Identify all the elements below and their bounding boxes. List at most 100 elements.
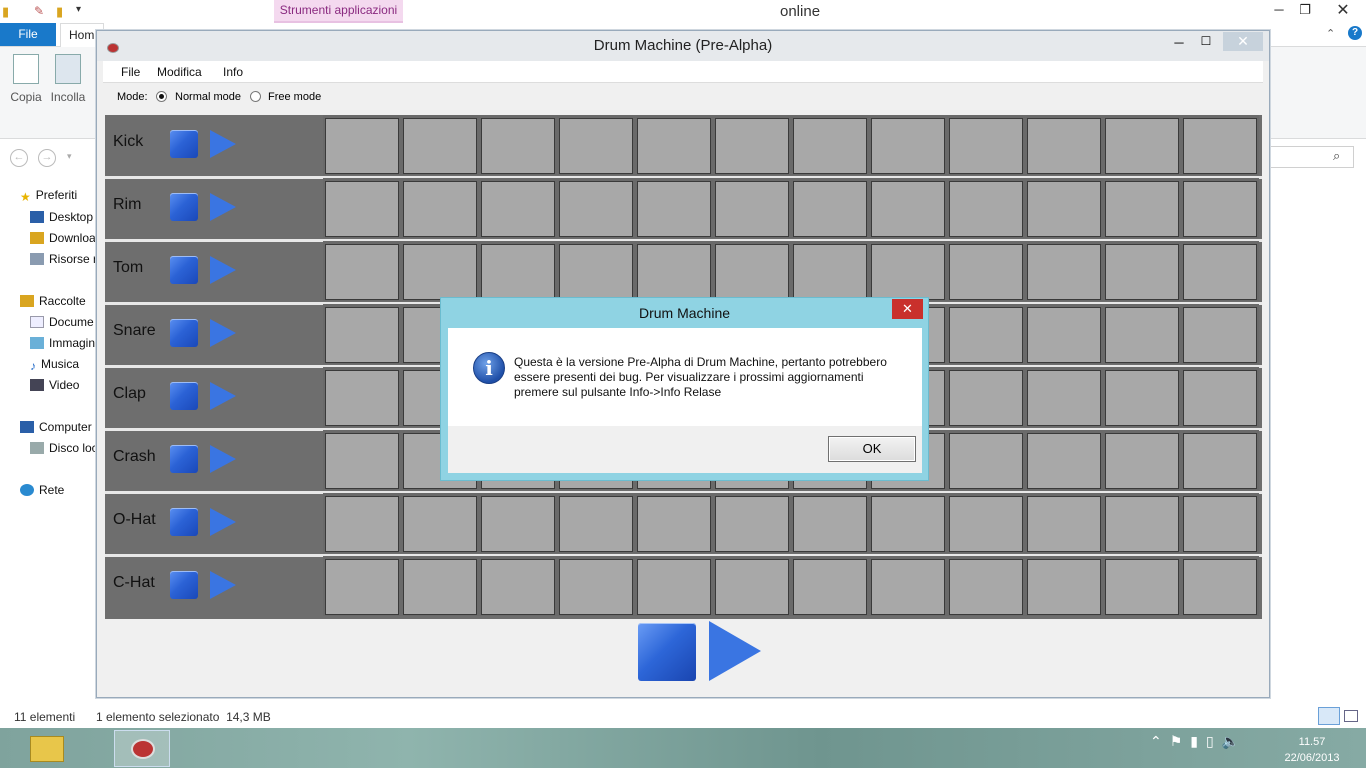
step-cell[interactable]: [325, 433, 399, 489]
step-cell[interactable]: [325, 370, 399, 426]
instrument-stop-button[interactable]: [170, 193, 198, 221]
step-cell[interactable]: [325, 496, 399, 552]
search-input[interactable]: [1268, 146, 1354, 168]
back-icon[interactable]: ←: [10, 149, 28, 167]
step-cell[interactable]: [403, 559, 477, 615]
step-cell[interactable]: [325, 244, 399, 300]
step-cell[interactable]: [1027, 307, 1101, 363]
forward-icon[interactable]: →: [38, 149, 56, 167]
step-cell[interactable]: [1183, 559, 1257, 615]
paste-button[interactable]: Incolla: [48, 54, 88, 104]
instrument-stop-button[interactable]: [170, 130, 198, 158]
step-cell[interactable]: [715, 559, 789, 615]
step-cell[interactable]: [1027, 244, 1101, 300]
step-cell[interactable]: [637, 181, 711, 237]
step-cell[interactable]: [1105, 244, 1179, 300]
instrument-play-button[interactable]: [210, 508, 236, 536]
step-cell[interactable]: [481, 244, 555, 300]
search-icon[interactable]: ⌕: [1333, 148, 1340, 164]
nav-item-desktop[interactable]: Desktop: [30, 210, 93, 224]
instrument-play-button[interactable]: [210, 382, 236, 410]
step-cell[interactable]: [949, 433, 1023, 489]
step-cell[interactable]: [793, 496, 867, 552]
step-cell[interactable]: [559, 559, 633, 615]
step-cell[interactable]: [637, 559, 711, 615]
step-cell[interactable]: [1105, 433, 1179, 489]
step-cell[interactable]: [1183, 370, 1257, 426]
system-tray[interactable]: ⌃⚑▮▯🔈: [1150, 733, 1247, 750]
step-cell[interactable]: [403, 496, 477, 552]
instrument-stop-button[interactable]: [170, 319, 198, 347]
step-cell[interactable]: [637, 496, 711, 552]
clock[interactable]: 11.57 22/06/2013: [1280, 734, 1344, 766]
step-cell[interactable]: [715, 244, 789, 300]
explorer-restore-button[interactable]: ❐: [1292, 2, 1318, 20]
nav-item-videos[interactable]: Video: [30, 378, 79, 392]
step-cell[interactable]: [1183, 496, 1257, 552]
copy-button[interactable]: Copia: [6, 54, 46, 104]
step-cell[interactable]: [1183, 244, 1257, 300]
nav-item-network[interactable]: Rete: [20, 483, 64, 497]
normal-mode-label[interactable]: Normal mode: [175, 91, 241, 103]
step-cell[interactable]: [1105, 370, 1179, 426]
step-cell[interactable]: [949, 181, 1023, 237]
properties-icon[interactable]: ✎: [34, 4, 44, 18]
step-cell[interactable]: [715, 118, 789, 174]
step-cell[interactable]: [1027, 118, 1101, 174]
step-cell[interactable]: [481, 496, 555, 552]
step-cell[interactable]: [559, 496, 633, 552]
instrument-play-button[interactable]: [210, 130, 236, 158]
step-cell[interactable]: [325, 559, 399, 615]
instrument-play-button[interactable]: [210, 445, 236, 473]
explorer-minimize-button[interactable]: ─: [1266, 2, 1292, 20]
instrument-play-button[interactable]: [210, 319, 236, 347]
step-cell[interactable]: [1183, 307, 1257, 363]
step-cell[interactable]: [1105, 181, 1179, 237]
step-cell[interactable]: [949, 307, 1023, 363]
explorer-close-button[interactable]: ✕: [1320, 0, 1366, 22]
step-cell[interactable]: [325, 307, 399, 363]
step-cell[interactable]: [403, 118, 477, 174]
step-cell[interactable]: [1027, 181, 1101, 237]
instrument-play-button[interactable]: [210, 571, 236, 599]
nav-item-libraries[interactable]: Raccolte: [20, 294, 86, 308]
nav-item-computer[interactable]: Computer: [20, 420, 92, 434]
ok-button[interactable]: OK: [828, 436, 916, 462]
step-cell[interactable]: [559, 118, 633, 174]
minimize-button[interactable]: ─: [1167, 35, 1191, 55]
dialog-close-button[interactable]: ✕: [892, 299, 923, 319]
step-cell[interactable]: [403, 244, 477, 300]
step-cell[interactable]: [559, 181, 633, 237]
recent-locations-icon[interactable]: ▾: [67, 151, 72, 162]
ribbon-collapse-icon[interactable]: ⌃: [1326, 27, 1335, 40]
nav-item-music[interactable]: ♪ Musica: [30, 357, 79, 373]
menu-modifica[interactable]: Modifica: [157, 65, 202, 79]
step-cell[interactable]: [793, 181, 867, 237]
instrument-stop-button[interactable]: [170, 256, 198, 284]
step-cell[interactable]: [715, 496, 789, 552]
step-cell[interactable]: [871, 559, 945, 615]
file-explorer-taskbar-icon[interactable]: [20, 730, 76, 767]
step-cell[interactable]: [949, 118, 1023, 174]
step-cell[interactable]: [1105, 496, 1179, 552]
step-cell[interactable]: [793, 118, 867, 174]
step-cell[interactable]: [1105, 307, 1179, 363]
instrument-stop-button[interactable]: [170, 382, 198, 410]
new-folder-icon[interactable]: ▮: [56, 4, 63, 20]
step-cell[interactable]: [1183, 118, 1257, 174]
step-cell[interactable]: [325, 181, 399, 237]
quick-access-dropdown-icon[interactable]: ▾: [76, 4, 81, 15]
step-cell[interactable]: [949, 370, 1023, 426]
help-icon[interactable]: ?: [1348, 26, 1362, 40]
step-cell[interactable]: [1183, 181, 1257, 237]
step-cell[interactable]: [325, 118, 399, 174]
nav-item-local-disk[interactable]: Disco loc: [30, 441, 98, 455]
app-tools-tab[interactable]: Strumenti applicazioni: [274, 0, 403, 23]
instrument-play-button[interactable]: [210, 256, 236, 284]
drum-machine-taskbar-icon[interactable]: [114, 730, 170, 767]
step-cell[interactable]: [559, 244, 633, 300]
step-cell[interactable]: [1027, 559, 1101, 615]
step-cell[interactable]: [949, 244, 1023, 300]
step-cell[interactable]: [481, 559, 555, 615]
step-cell[interactable]: [1105, 118, 1179, 174]
